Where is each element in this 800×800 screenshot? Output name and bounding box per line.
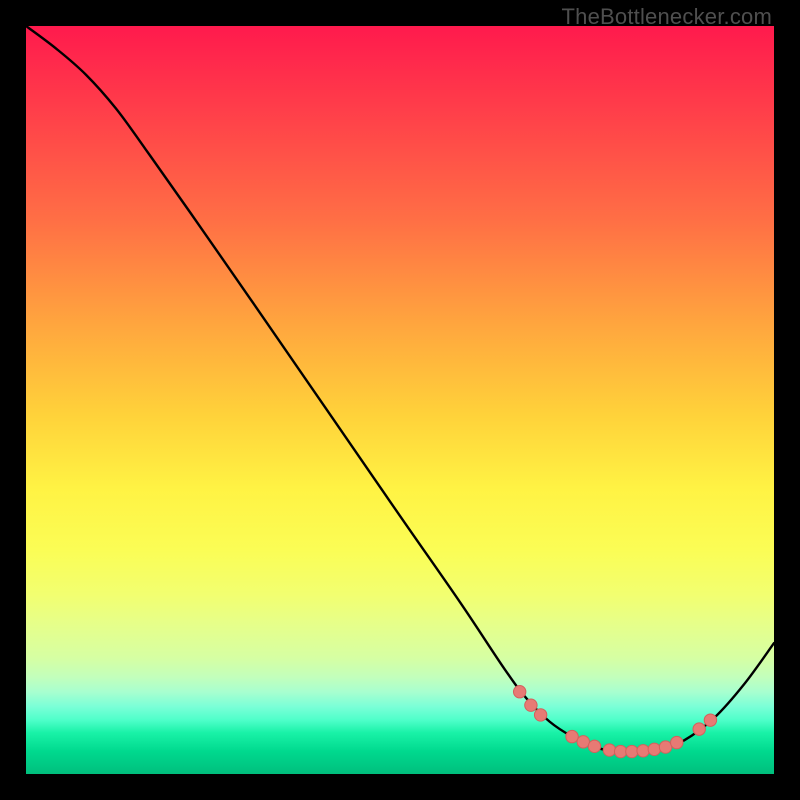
- data-marker: [671, 736, 683, 748]
- data-marker: [626, 745, 638, 757]
- data-marker: [637, 745, 649, 757]
- data-marker: [648, 743, 660, 755]
- data-marker: [693, 723, 705, 735]
- data-marker: [513, 686, 525, 698]
- data-marker: [577, 736, 589, 748]
- data-marker: [588, 740, 600, 752]
- data-marker: [566, 730, 578, 742]
- chart-frame: [26, 26, 774, 774]
- data-marker: [603, 744, 615, 756]
- watermark-text: TheBottlenecker.com: [562, 4, 772, 30]
- data-marker: [704, 714, 716, 726]
- bottleneck-curve: [26, 26, 774, 752]
- data-marker: [614, 745, 626, 757]
- chart-svg: [26, 26, 774, 774]
- marker-group: [513, 686, 716, 758]
- data-marker: [534, 709, 546, 721]
- data-marker: [659, 741, 671, 753]
- data-marker: [525, 699, 537, 711]
